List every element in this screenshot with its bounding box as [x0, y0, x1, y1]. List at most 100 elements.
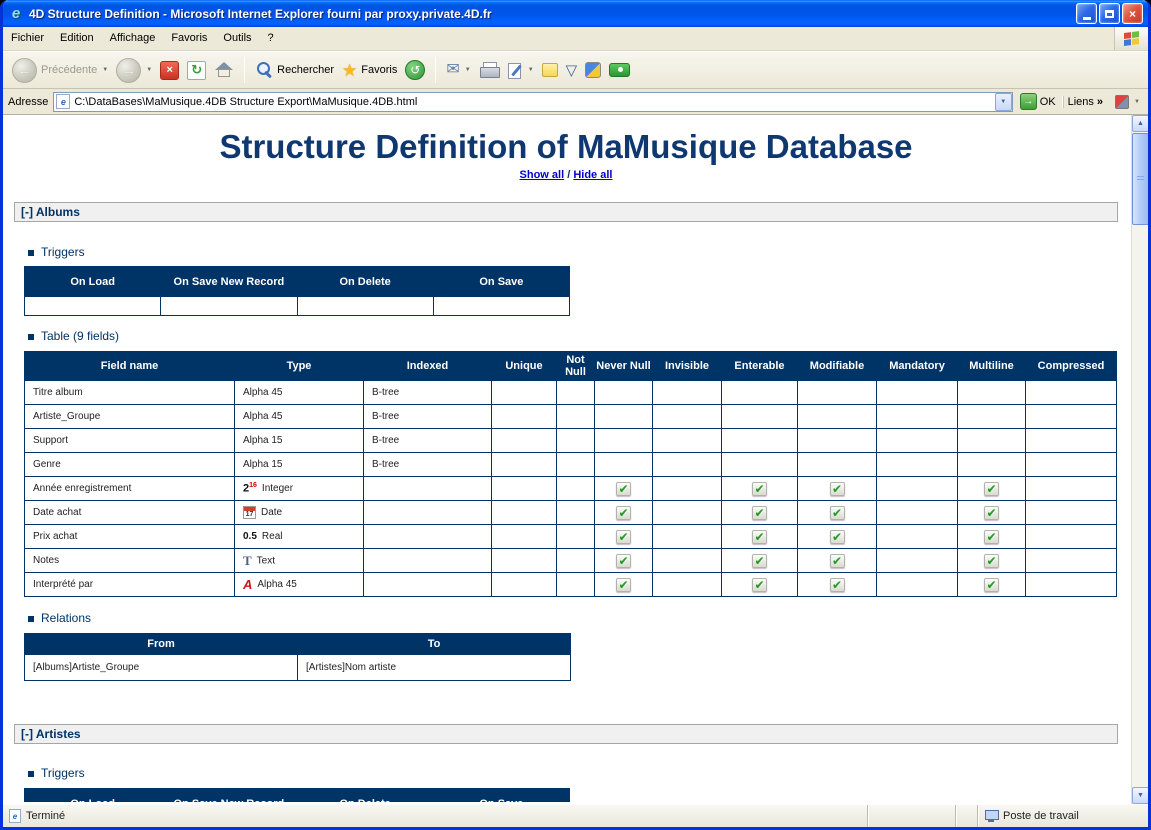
menu-favoris[interactable]: Favoris [163, 27, 215, 50]
field-flag-cell [722, 429, 798, 453]
edit-button[interactable]: ▼ [504, 60, 537, 81]
forward-dropdown-icon[interactable]: ▼ [146, 67, 152, 73]
search-button[interactable]: Rechercher [252, 59, 337, 81]
menu-affichage[interactable]: Affichage [102, 27, 164, 50]
field-indexed-cell [364, 573, 492, 597]
field-flag-cell [595, 453, 653, 477]
menu-outils[interactable]: Outils [215, 27, 259, 50]
field-flag-cell: ✔ [798, 525, 877, 549]
discuss-button[interactable] [539, 61, 561, 79]
titlebar[interactable]: e 4D Structure Definition - Microsoft In… [3, 0, 1148, 27]
links-label: Liens [1068, 96, 1094, 108]
scroll-down-button[interactable]: ▼ [1132, 787, 1149, 804]
section-albums-header[interactable]: [-] Albums [14, 202, 1118, 222]
bullet-icon [28, 771, 34, 777]
mail-button[interactable]: ✉ ▼ [443, 60, 473, 80]
filter-button[interactable]: ▽ [563, 61, 581, 80]
status-left-panel: e Terminé [3, 805, 868, 827]
field-flag-cell [557, 501, 595, 525]
check-icon: ✔ [616, 578, 631, 592]
history-icon: ↺ [405, 60, 425, 80]
restore-button[interactable] [1099, 3, 1120, 24]
trigger-cell [297, 297, 433, 316]
stop-button[interactable]: × [157, 59, 182, 82]
menu-fichier[interactable]: Fichier [3, 27, 52, 50]
column-header: On Load [25, 789, 161, 803]
back-dropdown-icon[interactable]: ▼ [102, 67, 108, 73]
albums-triggers-table: On LoadOn Save New RecordOn DeleteOn Sav… [24, 266, 570, 316]
field-type-text: Integer [262, 483, 293, 494]
field-flag-cell [877, 429, 958, 453]
column-header: Not Null [557, 352, 595, 381]
field-flag-cell [557, 405, 595, 429]
edit-dropdown-icon[interactable]: ▼ [528, 67, 534, 73]
check-icon: ✔ [984, 506, 999, 520]
hide-all-link[interactable]: Hide all [573, 169, 612, 181]
field-flag-cell [877, 501, 958, 525]
addressbar-extension-button[interactable]: ▼ [1112, 93, 1143, 111]
refresh-button[interactable]: ↻ [184, 59, 209, 82]
back-button[interactable]: ← Précédente ▼ [9, 56, 111, 85]
field-flag-cell [653, 549, 722, 573]
field-row: Année enregistrement216Integer ✔✔✔✔ [25, 477, 1117, 501]
field-type-text: Text [257, 555, 275, 566]
bullet-icon [28, 616, 34, 622]
check-icon: ✔ [752, 578, 767, 592]
menu-aide[interactable]: ? [260, 27, 282, 50]
field-indexed-cell: B-tree [364, 381, 492, 405]
scroll-up-button[interactable]: ▲ [1132, 115, 1149, 132]
mail-dropdown-icon[interactable]: ▼ [465, 67, 471, 73]
links-bar[interactable]: Liens » [1063, 96, 1107, 108]
vertical-scrollbar[interactable]: ▲ ▼ [1131, 115, 1148, 804]
field-row: SupportAlpha 15B-tree [25, 429, 1117, 453]
section-artistes-header[interactable]: [-] Artistes [14, 724, 1118, 744]
field-indexed-cell [364, 477, 492, 501]
section-albums-title: [-] Albums [21, 205, 80, 219]
column-header: On Save [433, 789, 569, 803]
research-button[interactable] [582, 60, 604, 80]
show-all-link[interactable]: Show all [520, 169, 565, 181]
messenger-icon [609, 63, 630, 77]
history-button[interactable]: ↺ [402, 58, 428, 82]
address-value[interactable]: C:\DataBases\MaMusique.4DB Structure Exp… [74, 96, 994, 108]
funnel-icon: ▽ [566, 63, 578, 78]
section-artistes-title: [-] Artistes [21, 727, 81, 741]
field-flag-cell [798, 405, 877, 429]
home-button[interactable] [211, 59, 237, 81]
address-dropdown-button[interactable]: ▼ [995, 93, 1012, 111]
forward-button[interactable]: → ▼ [113, 56, 155, 85]
field-indexed-cell: B-tree [364, 453, 492, 477]
field-flag-cell: ✔ [595, 525, 653, 549]
search-label: Rechercher [277, 64, 334, 76]
link-separator: / [564, 169, 573, 181]
field-flag-cell [557, 549, 595, 573]
field-type-text: Alpha 45 [243, 411, 282, 422]
field-flag-cell [1026, 429, 1117, 453]
field-flag-cell: ✔ [722, 525, 798, 549]
field-flag-cell [557, 573, 595, 597]
field-flag-cell: ✔ [595, 573, 653, 597]
address-input[interactable]: e C:\DataBases\MaMusique.4DB Structure E… [53, 92, 1012, 112]
field-flag-cell [1026, 477, 1117, 501]
minimize-button[interactable] [1076, 3, 1097, 24]
field-flag-cell: ✔ [595, 477, 653, 501]
windows-logo-icon [1114, 27, 1148, 50]
field-flag-cell: ✔ [722, 549, 798, 573]
go-arrow-icon: → [1020, 93, 1037, 110]
links-chevron[interactable]: » [1097, 96, 1103, 108]
go-button[interactable]: → OK [1018, 93, 1058, 110]
messenger-button[interactable] [606, 61, 633, 79]
field-flag-cell: ✔ [595, 549, 653, 573]
close-button[interactable]: × [1122, 3, 1143, 24]
menu-edition[interactable]: Edition [52, 27, 102, 50]
field-flag-cell: ✔ [798, 549, 877, 573]
scrollbar-thumb[interactable] [1132, 133, 1149, 225]
favorites-button[interactable]: ★ Favoris [339, 60, 400, 81]
extension-dropdown-icon[interactable]: ▼ [1134, 99, 1140, 105]
field-type-cell: Alpha 15 [235, 453, 364, 477]
trigger-cell [161, 297, 297, 316]
print-button[interactable] [476, 60, 502, 80]
field-flag-cell [557, 477, 595, 501]
check-icon: ✔ [984, 578, 999, 592]
trigger-cell [25, 297, 161, 316]
